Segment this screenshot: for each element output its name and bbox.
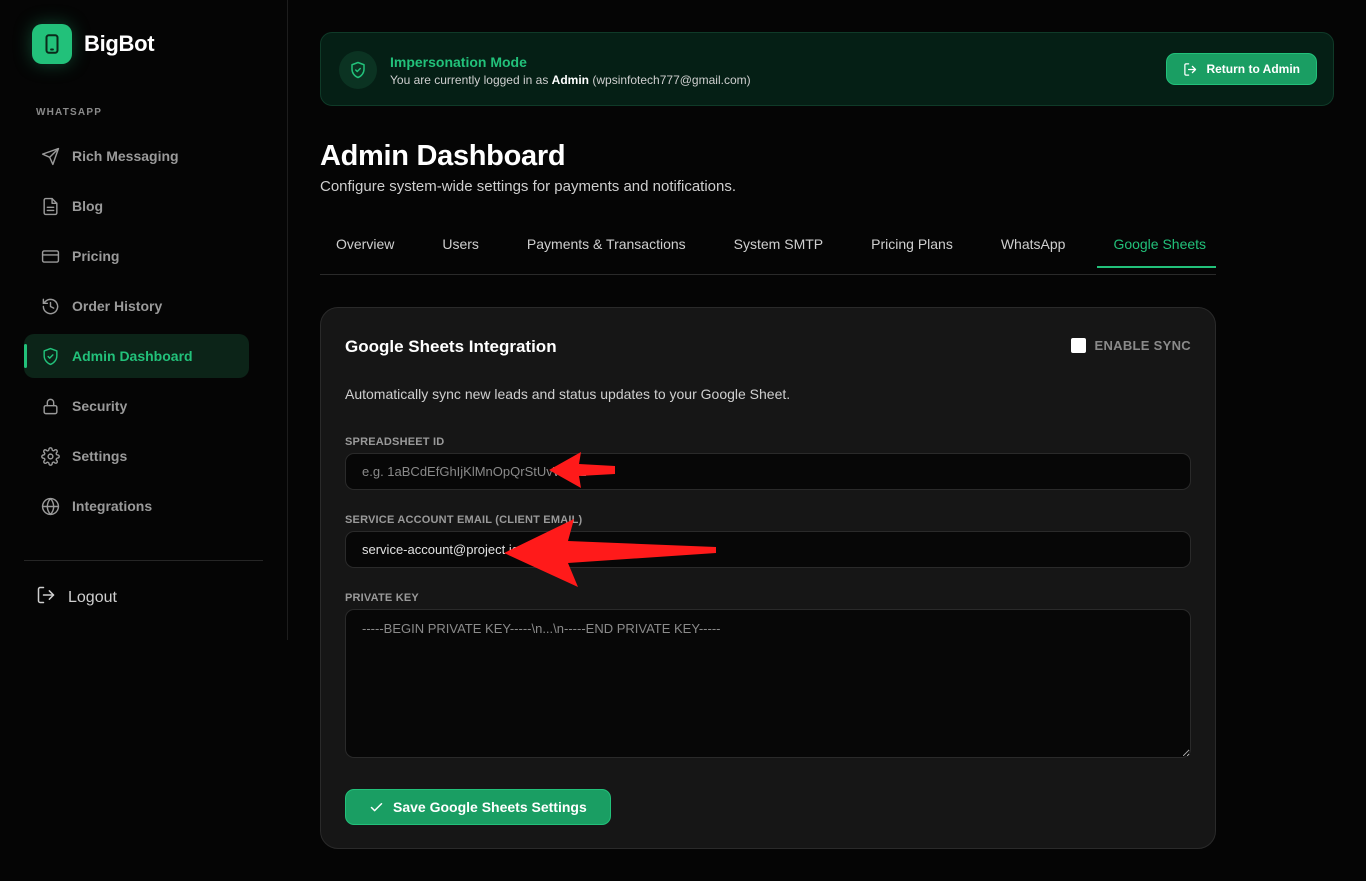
- logout-button[interactable]: Logout: [36, 585, 117, 610]
- brand-name: BigBot: [84, 31, 155, 56]
- sidebar-item-label: Rich Messaging: [72, 148, 179, 164]
- sidebar-item-blog[interactable]: Blog: [24, 184, 249, 228]
- service-account-email-label: SERVICE ACCOUNT EMAIL (CLIENT EMAIL): [345, 514, 583, 526]
- spreadsheet-id-label: SPREADSHEET ID: [345, 436, 445, 448]
- lock-icon: [40, 396, 60, 416]
- enable-sync-label: ENABLE SYNC: [1094, 338, 1191, 353]
- admin-tabs: Overview Users Payments & Transactions S…: [320, 220, 1216, 275]
- sidebar-item-label: Security: [72, 398, 128, 414]
- app-root: BigBot WHATSAPP Rich Messaging Blog Pric…: [0, 0, 1366, 881]
- sidebar-item-integrations[interactable]: Integrations: [24, 484, 249, 528]
- sidebar-section-label: WHATSAPP: [36, 107, 103, 118]
- banner-user-email: (wpsinfotech777@gmail.com): [592, 73, 751, 87]
- return-to-admin-label: Return to Admin: [1206, 62, 1300, 76]
- brand[interactable]: BigBot: [32, 24, 155, 64]
- sidebar-item-security[interactable]: Security: [24, 384, 249, 428]
- shield-check-icon: [339, 51, 377, 89]
- sidebar-item-order-history[interactable]: Order History: [24, 284, 249, 328]
- spreadsheet-id-input[interactable]: [345, 453, 1191, 490]
- tab-pricing-plans[interactable]: Pricing Plans: [855, 220, 969, 268]
- return-to-admin-button[interactable]: Return to Admin: [1166, 53, 1317, 85]
- sidebar-item-label: Admin Dashboard: [72, 348, 193, 364]
- banner-title: Impersonation Mode: [390, 54, 527, 70]
- sidebar-item-label: Blog: [72, 198, 104, 214]
- checkbox-box[interactable]: [1070, 338, 1086, 353]
- tab-whatsapp[interactable]: WhatsApp: [985, 220, 1082, 268]
- card-description: Automatically sync new leads and status …: [345, 386, 791, 402]
- sidebar-item-label: Order History: [72, 298, 163, 314]
- sidebar-item-label: Integrations: [72, 498, 153, 514]
- page-title: Admin Dashboard: [320, 140, 566, 172]
- tab-overview[interactable]: Overview: [320, 220, 410, 268]
- logout-icon: [36, 585, 56, 610]
- private-key-textarea[interactable]: [345, 609, 1191, 758]
- banner-text-prefix: You are currently logged in as: [390, 73, 549, 87]
- sidebar: BigBot WHATSAPP Rich Messaging Blog Pric…: [0, 0, 288, 640]
- save-button-label: Save Google Sheets Settings: [393, 799, 587, 815]
- send-icon: [40, 146, 60, 166]
- sidebar-divider: [24, 560, 263, 561]
- google-sheets-card: Google Sheets Integration ENABLE SYNC Au…: [320, 307, 1216, 849]
- check-icon: [369, 800, 384, 815]
- document-icon: [40, 196, 60, 216]
- sidebar-item-rich-messaging[interactable]: Rich Messaging: [24, 134, 249, 178]
- page-subtitle: Configure system-wide settings for payme…: [320, 178, 737, 195]
- globe-icon: [40, 496, 60, 516]
- shield-check-icon: [40, 346, 60, 366]
- sidebar-item-settings[interactable]: Settings: [24, 434, 249, 478]
- tab-system-smtp[interactable]: System SMTP: [718, 220, 839, 268]
- sidebar-item-label: Settings: [72, 448, 128, 464]
- sidebar-item-pricing[interactable]: Pricing: [24, 234, 249, 278]
- tab-google-sheets[interactable]: Google Sheets: [1097, 220, 1216, 268]
- private-key-label: PRIVATE KEY: [345, 592, 419, 604]
- sidebar-nav: Rich Messaging Blog Pricing Order Histor…: [24, 134, 249, 534]
- service-account-email-input[interactable]: [345, 531, 1191, 568]
- impersonation-banner: Impersonation Mode You are currently log…: [320, 32, 1334, 106]
- sidebar-item-label: Pricing: [72, 248, 120, 264]
- card-title: Google Sheets Integration: [345, 337, 557, 356]
- sign-in-icon: [1183, 62, 1198, 77]
- banner-user-name: Admin: [551, 73, 590, 87]
- sidebar-item-admin-dashboard[interactable]: Admin Dashboard: [24, 334, 249, 378]
- phone-icon: [32, 24, 72, 64]
- tab-payments-transactions[interactable]: Payments & Transactions: [511, 220, 702, 268]
- save-google-sheets-button[interactable]: Save Google Sheets Settings: [345, 789, 611, 825]
- history-icon: [40, 296, 60, 316]
- credit-card-icon: [40, 246, 60, 266]
- gear-icon: [40, 446, 60, 466]
- tab-users[interactable]: Users: [426, 220, 495, 268]
- banner-text: You are currently logged in as Admin (wp…: [390, 73, 751, 87]
- enable-sync-checkbox[interactable]: ENABLE SYNC: [1070, 338, 1191, 353]
- logout-label: Logout: [68, 588, 117, 606]
